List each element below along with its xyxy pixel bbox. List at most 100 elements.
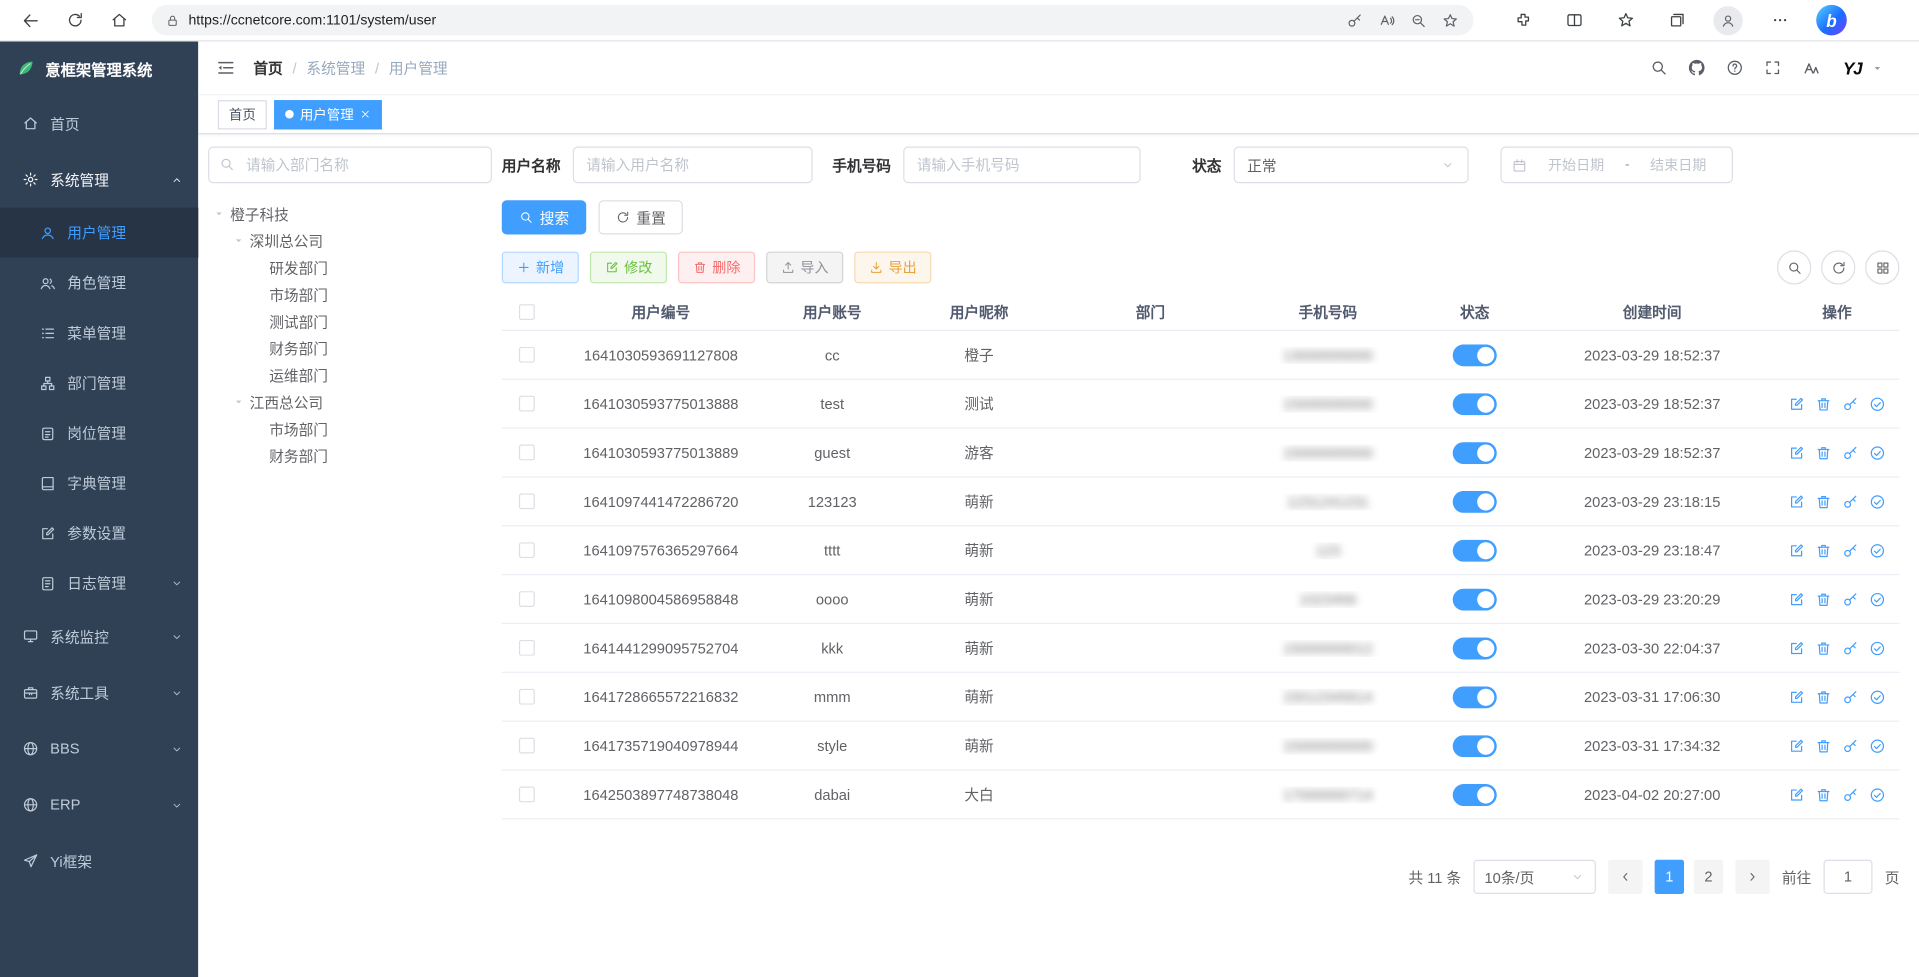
row-checkbox[interactable] — [518, 738, 534, 754]
reset-password-button[interactable] — [1842, 542, 1859, 559]
reset-password-button[interactable] — [1842, 639, 1859, 656]
sidebar-item-monitor[interactable]: 系统监控 — [0, 608, 198, 664]
column-header-actions[interactable]: 操作 — [1775, 302, 1900, 323]
column-header-user-id[interactable]: 用户编号 — [551, 302, 771, 323]
sidebar-item-post[interactable]: 岗位管理 — [0, 408, 198, 458]
edit-button[interactable] — [1788, 786, 1805, 803]
row-checkbox[interactable] — [518, 396, 534, 412]
delete-button[interactable] — [1815, 542, 1832, 559]
status-toggle[interactable] — [1453, 393, 1497, 415]
back-button[interactable] — [15, 4, 47, 36]
copilot-icon[interactable]: b — [1816, 5, 1847, 36]
edit-button[interactable] — [1788, 737, 1805, 754]
assign-role-button[interactable] — [1869, 639, 1886, 656]
column-header-account[interactable]: 用户账号 — [771, 302, 893, 323]
tree-node[interactable]: 橙子科技 — [208, 200, 492, 227]
column-header-created[interactable]: 创建时间 — [1530, 302, 1775, 323]
edit-button[interactable] — [1788, 688, 1805, 705]
import-button[interactable]: 导入 — [766, 252, 843, 284]
column-header-phone[interactable]: 手机号码 — [1236, 302, 1420, 323]
assign-role-button[interactable] — [1869, 542, 1886, 559]
sidebar-item-user[interactable]: 用户管理 — [0, 208, 198, 258]
split-screen-icon[interactable] — [1559, 5, 1588, 34]
edit-button[interactable] — [1788, 493, 1805, 510]
reset-password-button[interactable] — [1842, 395, 1859, 412]
column-header-status[interactable]: 状态 — [1420, 302, 1530, 323]
reset-button[interactable]: 重置 — [598, 200, 682, 234]
status-toggle[interactable] — [1453, 539, 1497, 561]
collections-icon[interactable] — [1662, 5, 1691, 34]
reset-password-button[interactable] — [1842, 444, 1859, 461]
sidebar-item-system[interactable]: 系统管理 — [0, 151, 198, 207]
status-toggle[interactable] — [1453, 588, 1497, 610]
username-input[interactable] — [573, 147, 813, 184]
status-select[interactable]: 正常 — [1234, 147, 1469, 184]
user-avatar[interactable]: YJ — [1843, 58, 1862, 78]
github-icon[interactable] — [1681, 52, 1713, 84]
sidebar-item-menu[interactable]: 菜单管理 — [0, 308, 198, 358]
row-checkbox[interactable] — [518, 347, 534, 363]
assign-role-button[interactable] — [1869, 737, 1886, 754]
font-size-icon[interactable] — [1795, 52, 1827, 84]
hide-search-button[interactable] — [1777, 250, 1811, 284]
sidebar-item-bbs[interactable]: BBS — [0, 721, 198, 777]
delete-button[interactable] — [1815, 395, 1832, 412]
assign-role-button[interactable] — [1869, 444, 1886, 461]
assign-role-button[interactable] — [1869, 786, 1886, 803]
tab-home[interactable]: 首页 — [218, 100, 267, 129]
status-toggle[interactable] — [1453, 686, 1497, 708]
home-button[interactable] — [103, 4, 135, 36]
page-button-1[interactable]: 1 — [1655, 860, 1684, 894]
caret-down-icon[interactable] — [211, 206, 228, 221]
search-button[interactable]: 搜索 — [502, 200, 586, 234]
assign-role-button[interactable] — [1869, 493, 1886, 510]
status-toggle[interactable] — [1453, 344, 1497, 366]
collapse-sidebar-icon[interactable] — [215, 57, 236, 78]
edit-button[interactable] — [1788, 639, 1805, 656]
reset-password-button[interactable] — [1842, 493, 1859, 510]
fullscreen-icon[interactable] — [1757, 52, 1789, 84]
breadcrumb-item[interactable]: 系统管理 — [306, 57, 365, 78]
favorites-star-icon[interactable] — [1437, 7, 1464, 34]
tree-node[interactable]: 财务部门 — [208, 442, 492, 469]
tree-node[interactable]: 运维部门 — [208, 361, 492, 388]
caret-down-icon[interactable] — [230, 233, 247, 248]
sidebar-item-role[interactable]: 角色管理 — [0, 258, 198, 308]
extensions-icon[interactable] — [1508, 5, 1537, 34]
assign-role-button[interactable] — [1869, 688, 1886, 705]
delete-button[interactable] — [1815, 639, 1832, 656]
edit-button[interactable]: 修改 — [590, 252, 667, 284]
caret-down-icon[interactable] — [230, 394, 247, 409]
edit-button[interactable] — [1788, 395, 1805, 412]
read-aloud-icon[interactable] — [1373, 7, 1400, 34]
sidebar-item-dept[interactable]: 部门管理 — [0, 358, 198, 408]
export-button[interactable]: 导出 — [854, 252, 931, 284]
tree-node[interactable]: 市场部门 — [208, 281, 492, 308]
sidebar-item-dict[interactable]: 字典管理 — [0, 458, 198, 508]
tab-close-icon[interactable] — [360, 109, 371, 120]
more-menu-icon[interactable] — [1765, 5, 1794, 34]
zoom-indicator-icon[interactable] — [1405, 7, 1432, 34]
tree-node[interactable]: 深圳总公司 — [208, 227, 492, 254]
row-checkbox[interactable] — [518, 786, 534, 802]
column-header-dept[interactable]: 部门 — [1065, 302, 1236, 323]
status-toggle[interactable] — [1453, 783, 1497, 805]
row-checkbox[interactable] — [518, 689, 534, 705]
edit-button[interactable] — [1788, 542, 1805, 559]
tab-user[interactable]: 用户管理 — [274, 100, 382, 129]
delete-button[interactable] — [1815, 688, 1832, 705]
prev-page-button[interactable] — [1608, 860, 1642, 894]
date-range-picker[interactable]: 开始日期 - 结束日期 — [1500, 147, 1733, 184]
refresh-table-button[interactable] — [1821, 250, 1855, 284]
tree-node[interactable]: 测试部门 — [208, 308, 492, 335]
row-checkbox[interactable] — [518, 640, 534, 656]
sidebar-item-erp[interactable]: ERP — [0, 777, 198, 833]
delete-button[interactable]: 删除 — [678, 252, 755, 284]
delete-button[interactable] — [1815, 737, 1832, 754]
row-checkbox[interactable] — [518, 445, 534, 461]
sidebar-item-home[interactable]: 首页 — [0, 95, 198, 151]
url-text[interactable]: https://ccnetcore.com:1101/system/user — [188, 13, 1336, 28]
assign-role-button[interactable] — [1869, 395, 1886, 412]
row-checkbox[interactable] — [518, 493, 534, 509]
status-toggle[interactable] — [1453, 441, 1497, 463]
